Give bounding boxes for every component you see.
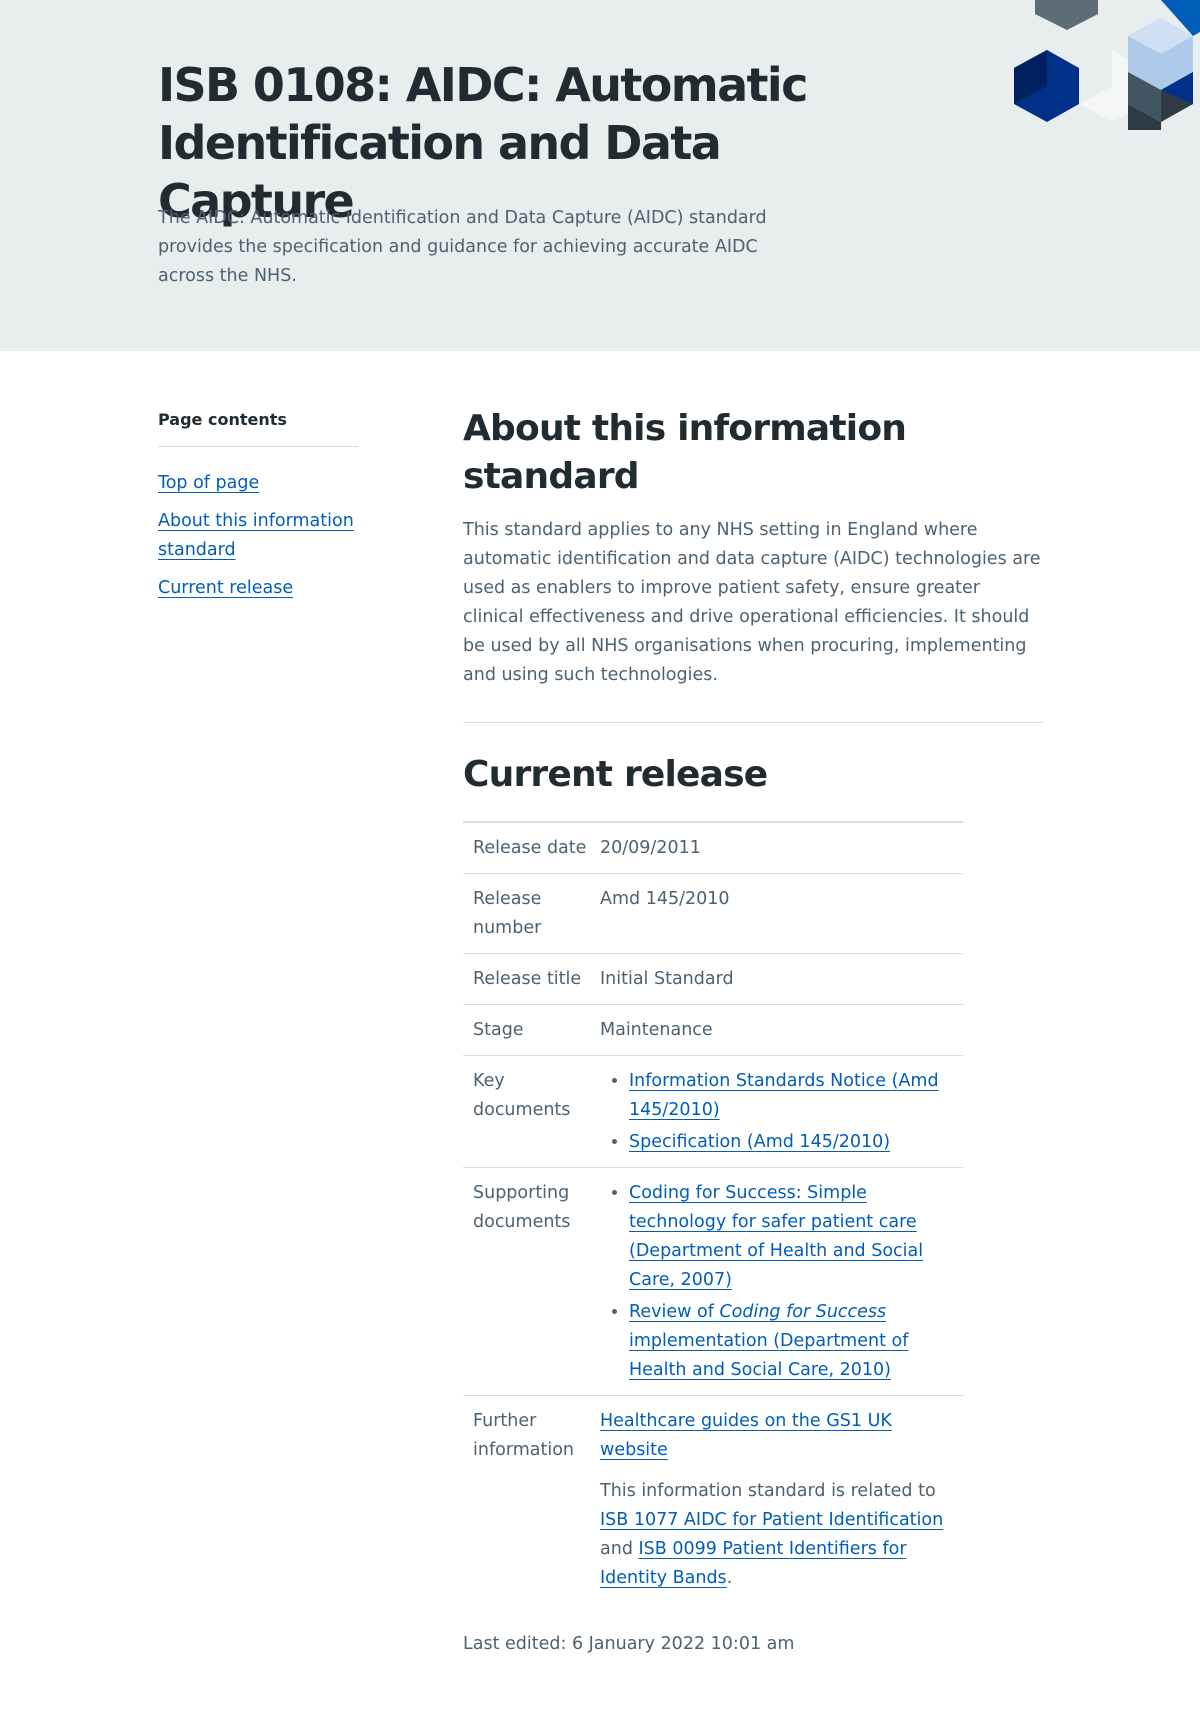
stage-label: Stage <box>463 1004 600 1056</box>
information-standards-notice-link[interactable]: Information Standards Notice (Amd 145/20… <box>629 1071 939 1120</box>
table-row: Key documents Information Standards Noti… <box>463 1055 963 1168</box>
about-text: This standard applies to any NHS setting… <box>463 520 1041 685</box>
table-row: Release date 20/09/2011 <box>463 822 963 874</box>
related-standards-text: This information standard is related to … <box>600 1477 963 1593</box>
related-suffix: . <box>726 1568 733 1588</box>
page-contents-list: Top of page About this information stand… <box>158 469 358 603</box>
section-divider <box>463 722 1043 723</box>
release-number-label: Release number <box>463 873 600 954</box>
isb-1077-link[interactable]: ISB 1077 AIDC for Patient Identification <box>600 1510 943 1530</box>
main-content: About this information standard This sta… <box>463 405 1043 1603</box>
coding-for-success-link[interactable]: Coding for Success: Simple technology fo… <box>629 1183 923 1290</box>
stage-value: Maintenance <box>600 1004 963 1056</box>
table-row: Further information Healthcare guides on… <box>463 1396 963 1604</box>
toc-link-about[interactable]: About this information standard <box>158 511 354 560</box>
key-documents-value: Information Standards Notice (Amd 145/20… <box>600 1055 963 1168</box>
table-row: Release title Initial Standard <box>463 953 963 1005</box>
supporting-documents-label: Supporting documents <box>463 1167 600 1396</box>
further-information-value: Healthcare guides on the GS1 UK website … <box>600 1396 963 1604</box>
link-text-suffix: implementation (Department of Health and… <box>629 1331 909 1380</box>
list-item: Information Standards Notice (Amd 145/20… <box>629 1067 963 1125</box>
page-contents-heading: Page contents <box>158 410 358 447</box>
about-section: About this information standard This sta… <box>463 405 1043 690</box>
list-item: Review of Coding for Success implementat… <box>629 1298 963 1385</box>
release-date-value: 20/09/2011 <box>600 822 963 874</box>
key-documents-list: Information Standards Notice (Amd 145/20… <box>629 1067 963 1157</box>
release-date-label: Release date <box>463 822 600 874</box>
link-text-prefix: Review of <box>629 1302 720 1322</box>
related-prefix: This information standard is related to <box>600 1481 936 1501</box>
hero-banner: ISB 0108: AIDC: Automatic Identification… <box>0 0 1200 351</box>
toc-link-current-release[interactable]: Current release <box>158 578 293 598</box>
toc-item: Current release <box>158 574 358 603</box>
hexagon-pattern-graphic <box>1014 0 1200 130</box>
last-edited: Last edited: 6 January 2022 10:01 am <box>463 1634 795 1654</box>
supporting-documents-list: Coding for Success: Simple technology fo… <box>629 1179 963 1385</box>
link-text-italic: Coding for Success <box>719 1302 887 1322</box>
gs1-healthcare-guides-link[interactable]: Healthcare guides on the GS1 UK website <box>600 1411 892 1460</box>
key-documents-label: Key documents <box>463 1055 600 1168</box>
toc-link-top-of-page[interactable]: Top of page <box>158 473 259 493</box>
specification-link[interactable]: Specification (Amd 145/2010) <box>629 1132 890 1152</box>
release-details-table: Release date 20/09/2011 Release number A… <box>463 821 963 1603</box>
toc-item: About this information standard <box>158 507 358 565</box>
toc-item: Top of page <box>158 469 358 498</box>
table-row: Stage Maintenance <box>463 1004 963 1056</box>
related-middle: and <box>600 1539 639 1559</box>
table-row: Release number Amd 145/2010 <box>463 873 963 954</box>
table-row: Supporting documents Coding for Success:… <box>463 1167 963 1396</box>
review-of-coding-for-success-link[interactable]: Review of Coding for Success implementat… <box>629 1302 908 1380</box>
release-title-label: Release title <box>463 953 600 1005</box>
release-number-value: Amd 145/2010 <box>600 873 963 954</box>
about-heading: About this information standard <box>463 408 907 497</box>
further-information-label: Further information <box>473 1411 575 1460</box>
current-release-heading: Current release <box>463 754 768 795</box>
list-item: Specification (Amd 145/2010) <box>629 1128 963 1157</box>
page-summary: The AIDC: Automatic Identification and D… <box>158 208 767 286</box>
page-contents-nav: Page contents Top of page About this inf… <box>158 410 358 612</box>
list-item: Coding for Success: Simple technology fo… <box>629 1179 963 1295</box>
isb-0099-link[interactable]: ISB 0099 Patient Identifiers for Identit… <box>600 1539 907 1588</box>
release-title-value: Initial Standard <box>600 953 963 1005</box>
supporting-documents-value: Coding for Success: Simple technology fo… <box>600 1167 963 1396</box>
current-release-section: Current release Release date 20/09/2011 … <box>463 751 1043 1603</box>
